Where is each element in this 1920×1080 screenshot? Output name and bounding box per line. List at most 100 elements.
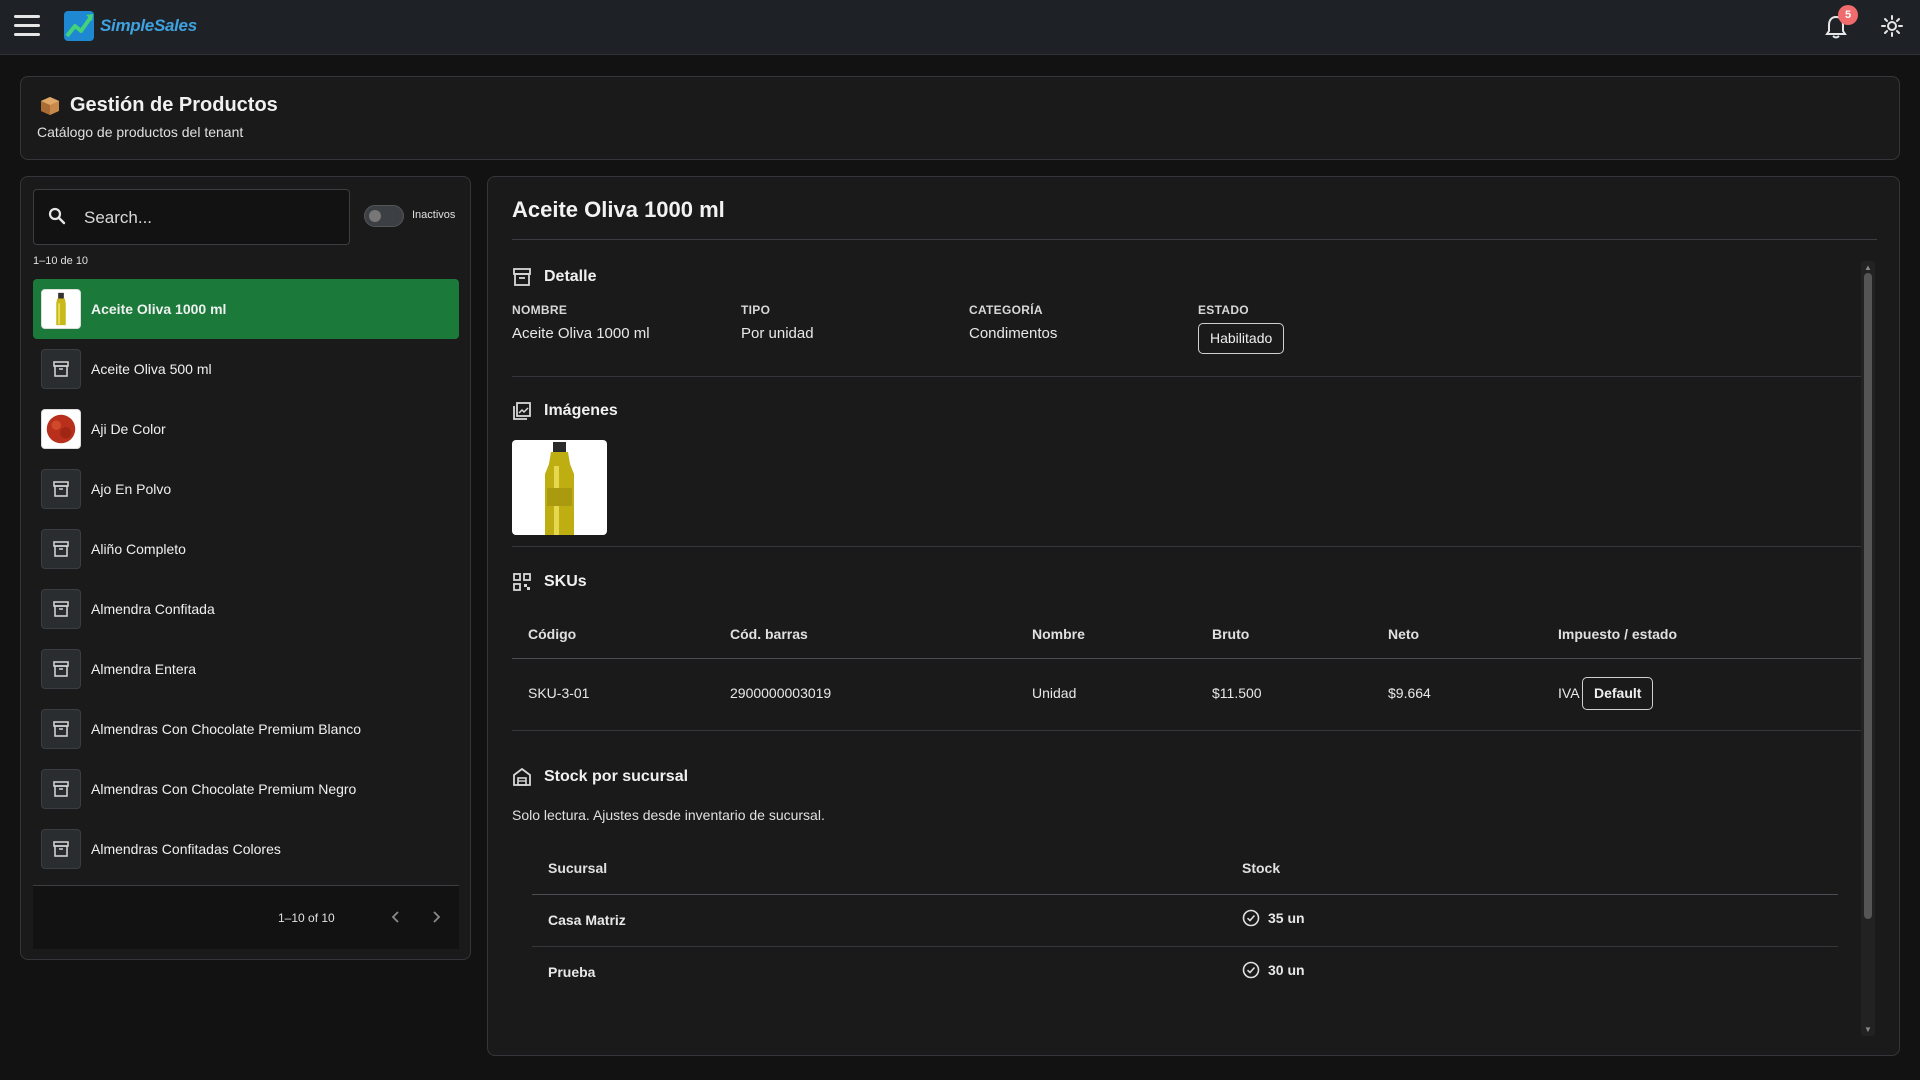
table-row[interactable]: SKU-3-01 2900000003019 Unidad $11.500 $9…: [512, 659, 1862, 731]
chevron-left-icon[interactable]: [387, 908, 405, 926]
app-logo[interactable]: SimpleSales: [62, 9, 197, 43]
status-badge: Habilitado: [1198, 323, 1285, 354]
divider: [512, 239, 1877, 240]
qr-code-icon: [513, 573, 531, 591]
scroll-down-arrow-icon[interactable]: ▼: [1864, 1025, 1872, 1034]
list-item-label: Aji De Color: [91, 421, 166, 437]
sun-icon[interactable]: [1880, 14, 1904, 38]
product-list: Aceite Oliva 1000 ml Aceite Oliva 500 ml…: [33, 279, 459, 879]
sku-table: Código Cód. barras Nombre Bruto Neto Imp…: [512, 611, 1862, 731]
list-item-label: Almendras Con Chocolate Premium Negro: [91, 781, 357, 797]
list-item-label: Ajo En Polvo: [91, 481, 172, 497]
images-icon: [513, 402, 531, 420]
field-label-nombre: NOMBRE: [512, 303, 568, 317]
field-value-tipo: Por unidad: [741, 325, 814, 342]
archive-icon: [41, 709, 81, 749]
archive-icon: [41, 769, 81, 809]
section-skus: SKUs: [512, 572, 587, 592]
stock-value: 30 un: [1242, 961, 1305, 979]
table-header: Código Cód. barras Nombre Bruto Neto Imp…: [512, 611, 1862, 659]
section-stock: Stock por sucursal: [512, 767, 688, 787]
section-title: Imágenes: [544, 402, 618, 419]
toggle-knob: [369, 210, 381, 222]
check-circle-icon: [1242, 909, 1260, 927]
list-item[interactable]: Almendras Con Chocolate Premium Negro: [33, 759, 459, 819]
section-title: Detalle: [544, 268, 597, 285]
detail-scroll-area[interactable]: Detalle NOMBRE Aceite Oliva 1000 ml TIPO…: [512, 261, 1877, 1041]
list-item[interactable]: Aliño Completo: [33, 519, 459, 579]
column-header: Sucursal: [548, 860, 608, 876]
branch-name: Casa Matriz: [548, 912, 626, 928]
field-label-estado: ESTADO: [1198, 303, 1249, 317]
stock-quantity: 35 un: [1268, 910, 1305, 926]
page-subtitle: Catálogo de productos del tenant: [37, 124, 244, 140]
pagination-range: 1–10 of 10: [278, 911, 335, 925]
red-spice-thumbnail: [41, 409, 81, 449]
stock-quantity: 30 un: [1268, 962, 1305, 978]
package-icon: [41, 96, 59, 115]
list-item[interactable]: Almendras Con Chocolate Premium Blanco: [33, 699, 459, 759]
list-item[interactable]: Almendras Confitadas Colores: [33, 819, 459, 879]
page-title: Gestión de Productos: [70, 94, 278, 116]
search-input[interactable]: [84, 200, 334, 236]
list-item-label: Almendras Confitadas Colores: [91, 841, 281, 857]
list-item[interactable]: Aji De Color: [33, 399, 459, 459]
archive-icon: [41, 349, 81, 389]
stock-table: Sucursal Stock Casa Matriz 35 un Prueba …: [532, 841, 1838, 999]
product-detail-panel: Aceite Oliva 1000 ml Detalle NOMBRE Acei…: [487, 176, 1900, 1056]
warehouse-icon: [513, 767, 531, 786]
sku-barcode: 2900000003019: [730, 685, 832, 701]
list-item-label: Almendras Con Chocolate Premium Blanco: [91, 721, 362, 737]
field-label-categoria: CATEGORÍA: [969, 303, 1043, 317]
column-header: Código: [528, 626, 577, 642]
list-item-label: Aceite Oliva 500 ml: [91, 361, 212, 377]
olive-oil-thumbnail: [41, 289, 81, 329]
list-item[interactable]: Ajo En Polvo: [33, 459, 459, 519]
column-header: Bruto: [1212, 626, 1250, 642]
column-header: Impuesto / estado: [1558, 626, 1678, 642]
list-item[interactable]: Almendra Entera: [33, 639, 459, 699]
divider: [512, 376, 1862, 377]
list-item[interactable]: Aceite Oliva 1000 ml: [33, 279, 459, 339]
archive-icon: [41, 829, 81, 869]
inactive-toggle[interactable]: [364, 205, 404, 227]
list-item-label: Almendra Confitada: [91, 601, 215, 617]
section-title: Stock por sucursal: [544, 768, 689, 785]
archive-icon: [41, 529, 81, 569]
product-image[interactable]: [512, 440, 607, 535]
sku-gross: $11.500: [1212, 685, 1262, 701]
product-list-panel: Inactivos 1–10 de 10 Aceite Oliva 1000 m…: [20, 176, 471, 960]
scrollbar-thumb[interactable]: [1864, 273, 1872, 919]
inactive-toggle-label: Inactivos: [412, 209, 456, 221]
top-app-bar: SimpleSales 5: [0, 0, 1920, 55]
list-item-label: Aceite Oliva 1000 ml: [91, 301, 227, 317]
table-header: Sucursal Stock: [532, 841, 1838, 895]
list-item[interactable]: Almendra Confitada: [33, 579, 459, 639]
results-range: 1–10 de 10: [33, 255, 89, 267]
chevron-right-icon[interactable]: [427, 908, 445, 926]
list-item-label: Aliño Completo: [91, 541, 186, 557]
field-label-tipo: TIPO: [741, 303, 771, 317]
archive-icon: [41, 469, 81, 509]
divider: [512, 546, 1862, 547]
page-header-card: Gestión de Productos Catálogo de product…: [20, 76, 1900, 160]
stock-value: 35 un: [1242, 909, 1305, 927]
list-item-label: Almendra Entera: [91, 661, 197, 677]
scroll-up-arrow-icon[interactable]: ▲: [1864, 263, 1872, 272]
sku-net: $9.664: [1388, 685, 1431, 701]
sku-code: SKU-3-01: [528, 685, 590, 701]
sku-name: Unidad: [1032, 685, 1077, 701]
list-item[interactable]: Aceite Oliva 500 ml: [33, 339, 459, 399]
search-icon: [48, 207, 66, 225]
sku-tax: IVA: [1558, 685, 1580, 701]
section-detalle: Detalle: [512, 267, 596, 287]
menu-icon[interactable]: [14, 15, 40, 37]
stock-note: Solo lectura. Ajustes desde inventario d…: [512, 807, 825, 823]
notification-badge: 5: [1838, 5, 1858, 25]
field-value-nombre: Aceite Oliva 1000 ml: [512, 325, 650, 342]
default-badge: Default: [1582, 677, 1654, 710]
column-header: Neto: [1388, 626, 1420, 642]
search-field[interactable]: [33, 189, 350, 245]
field-value-categoria: Condimentos: [969, 325, 1058, 342]
section-title: SKUs: [544, 573, 587, 590]
